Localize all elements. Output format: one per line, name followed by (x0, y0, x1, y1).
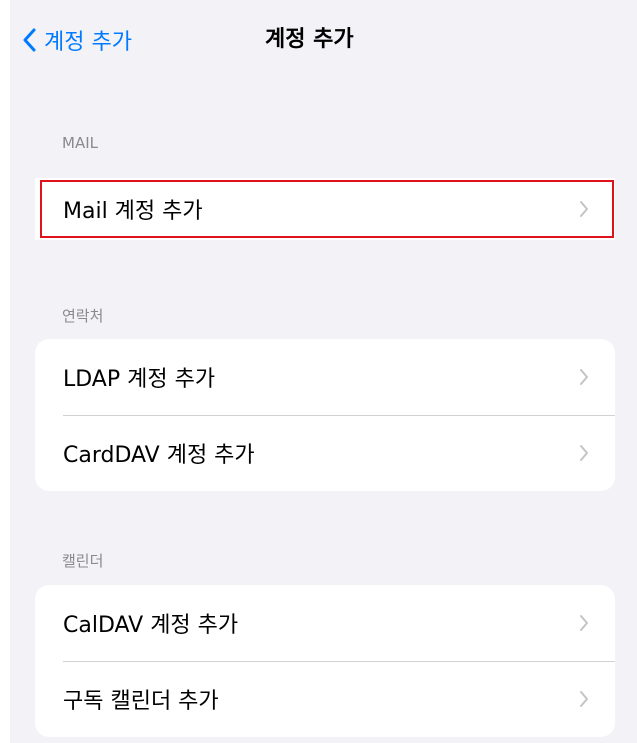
chevron-left-icon (23, 28, 36, 52)
add-carddav-account-row[interactable]: CardDAV 계정 추가 (35, 415, 615, 491)
chevron-right-icon (580, 201, 588, 217)
contacts-section-card: LDAP 계정 추가 CardDAV 계정 추가 (35, 339, 615, 491)
chevron-right-icon (580, 445, 588, 461)
add-subscribed-calendar-row[interactable]: 구독 캘린더 추가 (35, 661, 615, 737)
add-ldap-account-row[interactable]: LDAP 계정 추가 (35, 339, 615, 415)
mail-section-card: Mail 계정 추가 (35, 178, 615, 240)
row-label: CardDAV 계정 추가 (63, 443, 255, 468)
row-label: LDAP 계정 추가 (63, 367, 216, 392)
back-button[interactable]: 계정 추가 (22, 20, 132, 60)
chevron-right-icon (580, 369, 588, 385)
section-header-contacts: 연락처 (62, 307, 104, 325)
section-header-calendar: 캘린더 (62, 552, 104, 570)
chevron-right-icon (580, 615, 588, 631)
section-header-mail: MAIL (62, 134, 98, 152)
chevron-right-icon (580, 691, 588, 707)
settings-screen: 계정 추가 계정 추가 MAIL Mail 계정 추가 연락처 LDAP 계정 … (10, 0, 637, 743)
back-button-label: 계정 추가 (44, 30, 132, 55)
calendar-section-card: CalDAV 계정 추가 구독 캘린더 추가 (35, 585, 615, 737)
navigation-bar: 계정 추가 계정 추가 (10, 0, 637, 80)
page-title: 계정 추가 (265, 27, 354, 52)
add-mail-account-row[interactable]: Mail 계정 추가 (35, 178, 615, 240)
add-caldav-account-row[interactable]: CalDAV 계정 추가 (35, 585, 615, 661)
row-label: CalDAV 계정 추가 (63, 613, 239, 638)
row-label: Mail 계정 추가 (63, 199, 203, 224)
row-label: 구독 캘린더 추가 (63, 689, 219, 714)
